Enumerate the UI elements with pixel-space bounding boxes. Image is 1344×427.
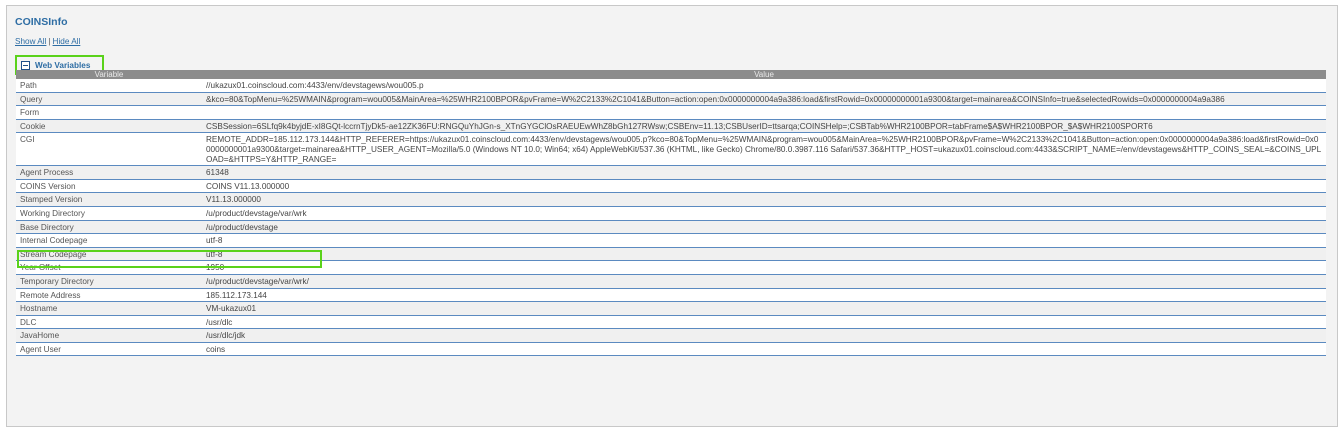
variable-value: &kco=80&TopMenu=%25WMAIN&program=wou005&… [202, 92, 1326, 107]
variable-name: COINS Version [16, 179, 202, 194]
variable-value: /u/product/devstage [202, 220, 1326, 235]
variable-name: Query [16, 92, 202, 107]
web-variables-table: Variable Value Path//ukazux01.coinscloud… [16, 70, 1326, 357]
minus-box-icon[interactable] [21, 60, 30, 70]
variable-name: Base Directory [16, 220, 202, 235]
variable-name: Path [16, 79, 202, 93]
table-row: Working Directory/u/product/devstage/var… [16, 206, 1326, 221]
variable-value: 61348 [202, 165, 1326, 180]
variable-value: utf-8 [202, 233, 1326, 248]
table-row: Agent Process 61348 [16, 165, 1326, 180]
variable-value: REMOTE_ADDR=185.112.173.144&HTTP_REFERER… [202, 132, 1326, 167]
web-variables-label: Web Variables [35, 60, 91, 70]
table-row: DLC/usr/dlc [16, 315, 1326, 330]
variable-name: Agent Process [16, 165, 202, 180]
variable-name: Temporary Directory [16, 274, 202, 289]
variable-value: 1950 [202, 260, 1326, 275]
variable-value: CSBSession=6SLfq9k4byjdE-xI8GQt-lccrnTjy… [202, 119, 1326, 134]
variable-name: Hostname [16, 301, 202, 316]
table-row: Temporary Directory/u/product/devstage/v… [16, 274, 1326, 289]
table-row: Hostname VM-ukazux01 [16, 301, 1326, 316]
variable-name: Cookie [16, 119, 202, 134]
table-row: Form [16, 105, 1326, 120]
variable-value: /u/product/devstage/var/wrk [202, 206, 1326, 221]
variable-value: /usr/dlc/jdk [202, 328, 1326, 343]
table-row: Remote Address 185.112.173.144 [16, 288, 1326, 303]
show-all-link[interactable]: Show All [15, 37, 46, 46]
variable-name: Agent User [16, 342, 202, 357]
variable-value: /usr/dlc [202, 315, 1326, 330]
variable-name: Working Directory [16, 206, 202, 221]
table-row: Stream Codepage utf-8 [16, 247, 1326, 262]
variable-name: DLC [16, 315, 202, 330]
variable-name: Year Offset [16, 260, 202, 275]
column-header-variable: Variable [16, 70, 202, 79]
page-title: COINSInfo [15, 16, 68, 28]
table-row: Cookie CSBSession=6SLfq9k4byjdE-xI8GQt-lc… [16, 119, 1326, 134]
variable-name: Stream Codepage [16, 247, 202, 262]
show-hide-links: Show All | Hide All [15, 37, 80, 46]
table-row: Base Directory/u/product/devstage [16, 220, 1326, 235]
variable-name: Internal Codepage [16, 233, 202, 248]
table-row: JavaHome/usr/dlc/jdk [16, 328, 1326, 343]
variable-value: /u/product/devstage/var/wrk/ [202, 274, 1326, 289]
variable-value: 185.112.173.144 [202, 288, 1326, 303]
variable-name: Remote Address [16, 288, 202, 303]
table-row: COINS Version COINS V11.13.000000 [16, 179, 1326, 194]
variable-value: //ukazux01.coinscloud.com:4433/env/devst… [202, 79, 1326, 93]
variable-value: COINS V11.13.000000 [202, 179, 1326, 194]
variable-value: VM-ukazux01 [202, 301, 1326, 316]
variable-value: coins [202, 342, 1326, 357]
table-row: Stamped Version V11.13.000000 [16, 192, 1326, 207]
variable-name: Form [16, 105, 202, 120]
table-body: Path//ukazux01.coinscloud.com:4433/env/d… [16, 79, 1326, 357]
table-row: Path//ukazux01.coinscloud.com:4433/env/d… [16, 79, 1326, 93]
hide-all-link[interactable]: Hide All [53, 37, 81, 46]
variable-value [202, 105, 1326, 120]
variable-name: CGI [16, 132, 202, 167]
table-row: Internal Codepage utf-8 [16, 233, 1326, 248]
variable-name: JavaHome [16, 328, 202, 343]
variable-value: utf-8 [202, 247, 1326, 262]
column-header-value: Value [202, 70, 1326, 79]
table-row: Year Offset 1950 [16, 260, 1326, 275]
variable-name: Stamped Version [16, 192, 202, 207]
table-row: CGI REMOTE_ADDR=185.112.173.144&HTTP_REFE… [16, 132, 1326, 167]
variable-value: V11.13.000000 [202, 192, 1326, 207]
table-row: Agent User coins [16, 342, 1326, 357]
table-row: Query &kco=80&TopMenu=%25WMAIN&program=wo… [16, 92, 1326, 107]
